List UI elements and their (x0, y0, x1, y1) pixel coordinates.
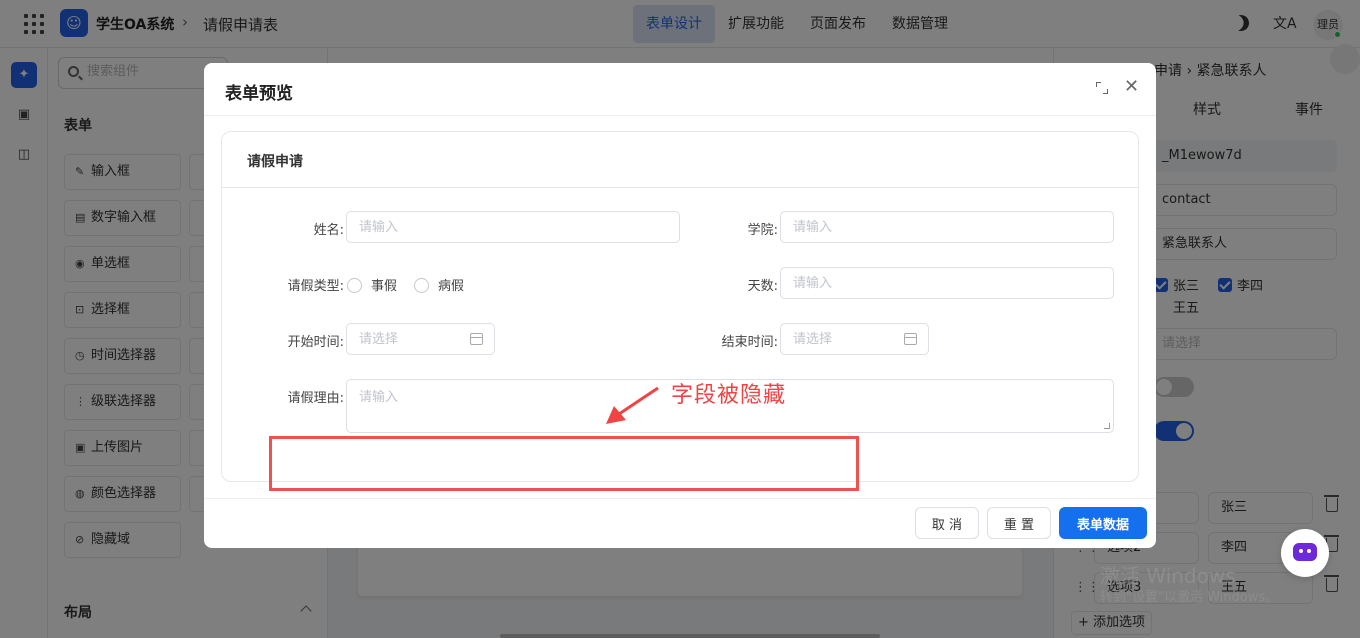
label-end-time: 结束时间: (721, 335, 778, 350)
radio-circle-icon (414, 278, 429, 293)
form-data-button[interactable]: 表单数据 (1059, 507, 1147, 539)
chat-bot-icon[interactable] (1281, 529, 1329, 577)
watermark-line-2: 转到"设置"以激活 Windows。 (1100, 590, 1279, 605)
radio-personal-leave[interactable]: 事假 (347, 275, 397, 294)
college-input[interactable] (780, 211, 1114, 243)
divider (204, 115, 1156, 116)
calendar-icon (904, 333, 917, 345)
label-leave-type: 请假类型: (287, 279, 344, 294)
radio-sick-leave[interactable]: 病假 (414, 275, 464, 294)
label-days: 天数: (747, 279, 778, 294)
label-reason: 请假理由: (287, 391, 344, 406)
name-input[interactable] (346, 211, 680, 243)
form-card: 请假申请 姓名: 学院: 请假类型: 事假 病假 天数: 开始时间: 结束时间:… (221, 131, 1139, 482)
label-college: 学院: (747, 223, 778, 238)
radio-label: 事假 (371, 279, 398, 294)
label-name: 姓名: (313, 223, 344, 238)
cancel-button[interactable]: 取 消 (915, 507, 979, 539)
divider (204, 498, 1156, 499)
resize-handle-icon[interactable] (1104, 423, 1110, 429)
divider (222, 187, 1138, 188)
radio-label: 病假 (438, 279, 465, 294)
label-start-time: 开始时间: (287, 335, 344, 350)
days-input[interactable] (780, 267, 1114, 299)
calendar-icon (470, 333, 483, 345)
watermark-line-1: 激活 Windows (1100, 564, 1236, 588)
close-icon[interactable]: ✕ (1124, 78, 1139, 96)
radio-circle-icon (347, 278, 362, 293)
annotation-arrow-icon (606, 386, 659, 424)
form-card-title: 请假申请 (247, 154, 303, 170)
reset-button[interactable]: 重 置 (987, 507, 1051, 539)
annotation-highlight-box (269, 436, 859, 491)
annotation-text: 字段被隐藏 (671, 383, 787, 408)
modal-title: 表单预览 (225, 84, 293, 104)
fullscreen-icon[interactable] (1096, 82, 1108, 94)
